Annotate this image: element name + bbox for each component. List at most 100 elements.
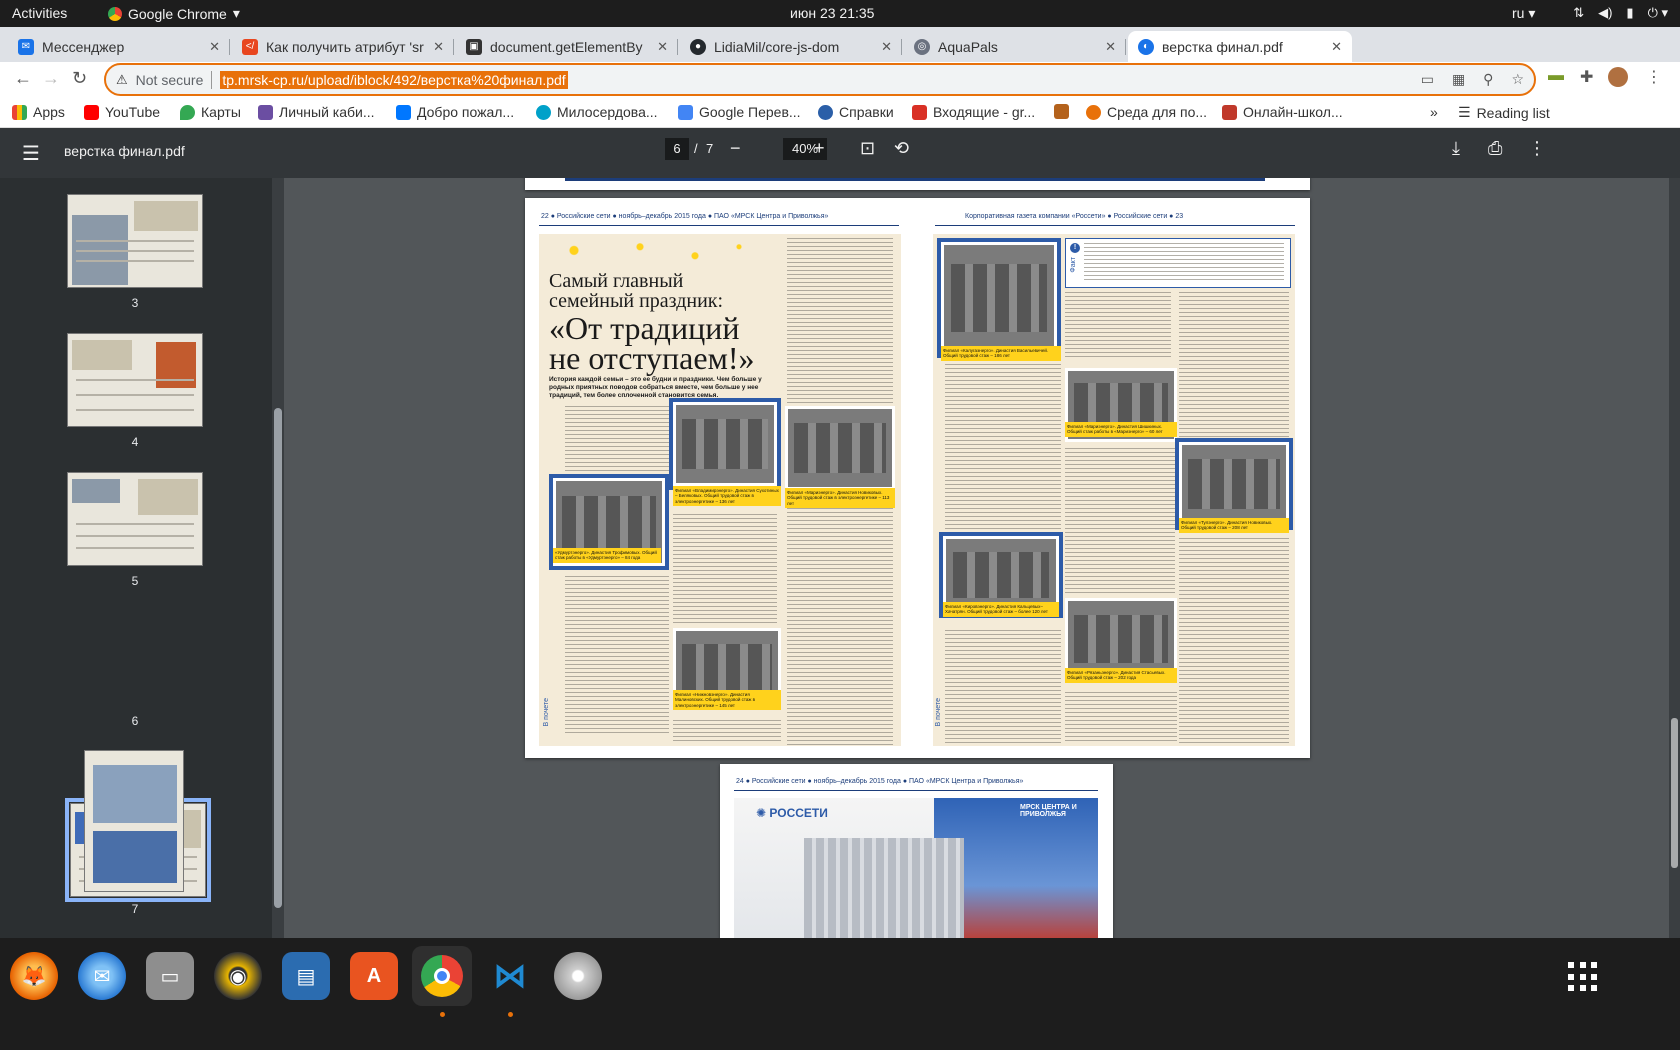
- body-text-column: [565, 406, 669, 472]
- tab-getelement[interactable]: ▣ document.getElementBy ✕: [456, 31, 678, 62]
- pdf-toolbar: ☰ верстка финал.pdf 6 / 7 − 40% + ⊡ ⟲ ⤓ …: [0, 128, 1680, 178]
- apps-grid-icon: [12, 104, 27, 120]
- zoom-out-icon[interactable]: −: [730, 138, 741, 159]
- volume-icon: ◀): [1598, 5, 1613, 20]
- fit-page-icon[interactable]: ⊡: [860, 138, 875, 159]
- tab-pdf[interactable]: ◐ верстка финал.pdf ✕: [1128, 31, 1352, 62]
- download-icon[interactable]: ⤓: [1452, 138, 1460, 159]
- bookmark-maps[interactable]: Карты: [180, 104, 241, 120]
- current-page-spread: 22 ● Российские сети ● ноябрь–декабрь 20…: [525, 198, 1310, 758]
- close-icon[interactable]: ✕: [1331, 39, 1342, 55]
- body-text-column: [1065, 448, 1175, 593]
- tab-attribute[interactable]: </ Как получить атрибут 'sr ✕: [232, 31, 454, 62]
- sidebar-scrollbar[interactable]: [272, 178, 284, 938]
- caption-marienergo: Филиал «Мариэнерго». Династия Новиковых.…: [785, 488, 895, 509]
- body-text-column: [787, 508, 893, 746]
- vscode-icon[interactable]: ⋈: [486, 952, 534, 1000]
- sidebar-scroll-thumb[interactable]: [274, 408, 282, 908]
- url-text[interactable]: tp.mrsk-cp.ru/upload/iblock/492/верстка%…: [220, 70, 568, 89]
- page-total: 7: [706, 141, 714, 156]
- files-icon[interactable]: ▭: [146, 952, 194, 1000]
- forward-arrow-icon[interactable]: →: [42, 68, 60, 89]
- reload-icon[interactable]: ↻: [72, 68, 87, 89]
- hamburger-menu-icon[interactable]: ☰: [22, 141, 40, 166]
- next-page: 24 ● Российские сети ● ноябрь–декабрь 20…: [720, 764, 1113, 938]
- thumbnail-page[interactable]: [67, 194, 203, 288]
- system-top-bar: Activities Google Chrome ▾ июн 23 21:35 …: [0, 0, 1680, 27]
- close-icon[interactable]: ✕: [657, 39, 668, 55]
- system-tray[interactable]: ⇅ ◀) ▮ ⏻ ▾: [1573, 5, 1668, 21]
- more-options-icon[interactable]: ⋮: [1528, 138, 1546, 159]
- rotate-icon[interactable]: ⟲: [894, 138, 909, 159]
- bookmark-spravki[interactable]: Справки: [818, 104, 894, 120]
- reading-list[interactable]: ☰ Reading list: [1458, 104, 1550, 121]
- tab-messenger[interactable]: ✉ Мессенджер ✕: [8, 31, 230, 62]
- show-applications-icon[interactable]: [1568, 962, 1598, 992]
- body-text-column: [945, 364, 1061, 540]
- viewer-scroll-thumb[interactable]: [1671, 718, 1678, 868]
- puzzle-icon[interactable]: ✚: [1580, 67, 1593, 87]
- security-label[interactable]: Not secure: [136, 72, 204, 88]
- bookmark-apps[interactable]: Apps: [12, 104, 65, 120]
- language-indicator[interactable]: ru ▾: [1512, 5, 1535, 22]
- thumbnail-page[interactable]: [84, 750, 184, 892]
- disc-icon[interactable]: [554, 952, 602, 1000]
- bookmark-sreda[interactable]: Среда для по...: [1086, 104, 1207, 120]
- back-arrow-icon[interactable]: ←: [14, 68, 32, 89]
- thumbnail-page[interactable]: [67, 472, 203, 566]
- pdf-viewer[interactable]: 22 ● Российские сети ● ноябрь–декабрь 20…: [284, 178, 1680, 938]
- qr-code-icon[interactable]: ▦: [1452, 71, 1465, 88]
- thunderbird-icon[interactable]: ✉: [78, 952, 126, 1000]
- print-icon[interactable]: ⎙: [1488, 138, 1502, 159]
- page-number-input[interactable]: 6: [665, 138, 689, 160]
- thumbnail-label: 4: [131, 435, 139, 449]
- bookmark-online-school[interactable]: Онлайн-школ...: [1222, 104, 1343, 120]
- messenger-icon: ✉: [18, 38, 34, 55]
- tab-aquapals[interactable]: ◎ AquaPals ✕: [904, 31, 1126, 62]
- activities-button[interactable]: Activities: [12, 5, 67, 21]
- rhythmbox-icon[interactable]: ◉: [214, 952, 262, 1000]
- avatar[interactable]: [1608, 67, 1628, 87]
- close-icon[interactable]: ✕: [209, 39, 220, 55]
- body-text-column: [1179, 292, 1289, 442]
- caret-down-icon: ▾: [232, 5, 240, 21]
- bookmark-gmail[interactable]: Входящие - gr...: [912, 104, 1035, 120]
- address-bar[interactable]: ⚠ Not secure tp.mrsk-cp.ru/upload/iblock…: [104, 63, 1536, 96]
- body-text-column: [787, 238, 893, 408]
- writer-icon[interactable]: ▤: [282, 952, 330, 1000]
- warning-icon[interactable]: ⚠: [116, 72, 128, 88]
- bookmark-youtube[interactable]: YouTube: [84, 104, 160, 120]
- caption-nizhnovenergo: Филиал «Нижновэнерго». Династия Малиновс…: [673, 690, 781, 711]
- zoom-in-icon[interactable]: +: [814, 138, 825, 159]
- bookmark-vk[interactable]: Добро пожал...: [396, 104, 514, 120]
- chrome-icon[interactable]: [412, 946, 472, 1006]
- bookmark-star-icon[interactable]: ☆: [1511, 71, 1524, 88]
- bookmark-personal-cabinet[interactable]: Личный каби...: [258, 104, 375, 120]
- zoom-icon[interactable]: ⚲: [1483, 71, 1493, 88]
- tab-github[interactable]: ● LidiaMil/core-js-dom ✕: [680, 31, 902, 62]
- software-center-icon[interactable]: A: [350, 952, 398, 1000]
- fact-exclamation-icon: !: [1070, 243, 1080, 253]
- github-icon: ●: [690, 38, 706, 55]
- bookmark-fox[interactable]: [1054, 104, 1075, 119]
- kebab-menu-icon[interactable]: ⋮: [1646, 67, 1662, 87]
- cast-icon[interactable]: ▭: [1421, 71, 1434, 88]
- firefox-icon[interactable]: 🦊: [10, 952, 58, 1000]
- bookmark-translate[interactable]: Google Перев...: [678, 104, 801, 120]
- app-menu[interactable]: Google Chrome ▾: [108, 5, 240, 22]
- bookmarks-overflow[interactable]: »: [1430, 104, 1438, 120]
- body-text-column: [1065, 692, 1177, 744]
- school-icon: [1222, 104, 1237, 120]
- circle-icon: [536, 104, 551, 120]
- body-text-column: [1065, 292, 1171, 360]
- thumbnail-page[interactable]: [67, 333, 203, 427]
- close-icon[interactable]: ✕: [433, 39, 444, 55]
- clock[interactable]: июн 23 21:35: [790, 5, 874, 21]
- body-text-column: [945, 630, 1061, 744]
- close-icon[interactable]: ✕: [1105, 39, 1116, 55]
- extension-icon[interactable]: ▬: [1548, 67, 1564, 85]
- bookmark-miloserdova[interactable]: Милосердова...: [536, 104, 658, 120]
- pdf-icon: ◐: [1138, 38, 1154, 55]
- viewer-scrollbar[interactable]: [1669, 178, 1680, 938]
- close-icon[interactable]: ✕: [881, 39, 892, 55]
